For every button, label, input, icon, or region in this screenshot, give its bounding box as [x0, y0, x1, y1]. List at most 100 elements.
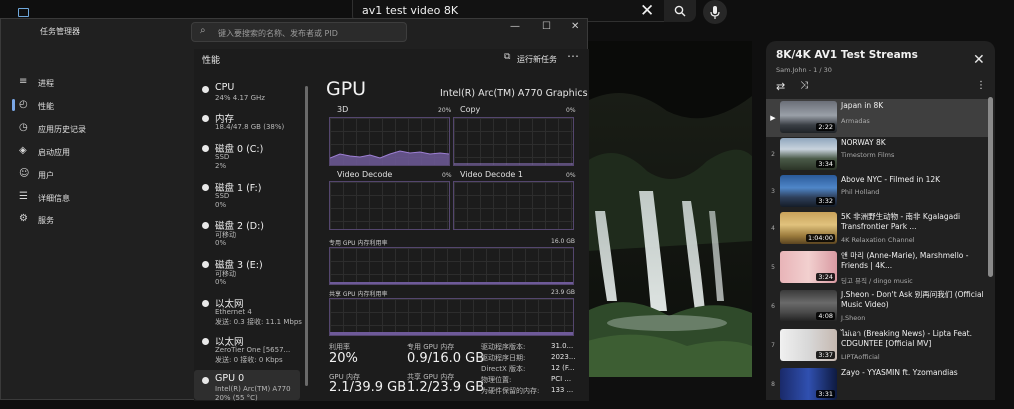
minimize-button[interactable]: — — [510, 21, 520, 32]
resource-detail: 24% 4.17 GHz — [215, 94, 265, 102]
resource-usage: 发送: 0.3 接收: 11.1 Mbps — [215, 318, 302, 326]
resource-name: GPU 0 — [215, 373, 245, 384]
engine-3d-label: 3D — [337, 105, 349, 114]
resource-disk-3[interactable]: 磁盘 3 (E:) 可移动 0% — [194, 255, 304, 293]
channel-name: J.Sheon — [841, 314, 866, 322]
channel-name: Phil Holland — [841, 188, 880, 196]
item-index: 8 — [771, 381, 775, 388]
channel-name: 딩고 뮤직 / dingo music — [841, 277, 913, 285]
driver-date-label: 驱动程序日期: — [481, 354, 526, 362]
channel-name: LIPTAofficial — [841, 353, 880, 361]
search-button[interactable] — [664, 0, 696, 22]
run-new-task-button[interactable]: 运行新任务 — [517, 54, 557, 65]
resource-disk-2[interactable]: 磁盘 2 (D:) 可移动 0% — [194, 216, 304, 254]
directx-version-value: 12 (F... — [551, 364, 575, 372]
resource-usage: 0% — [215, 278, 227, 286]
process-search-input[interactable]: 键入要搜索的名称、发布者或 PID — [218, 28, 338, 39]
playlist-item[interactable]: 7 3:37 ไม่เอา (Breaking News) - Lipta Fe… — [766, 327, 988, 365]
engine-copy-pct: 0% — [566, 107, 576, 114]
dedicated-memory-max: 16.0 GB — [551, 238, 576, 245]
resource-name: CPU — [215, 82, 235, 93]
thumbnail: 4:08 — [780, 290, 837, 322]
engine-video-decode-pct: 0% — [442, 172, 452, 179]
window-title: 任务管理器 — [40, 27, 80, 36]
youtube-search-input[interactable]: av1 test video 8K — [362, 4, 458, 17]
engine-copy-label: Copy — [460, 105, 481, 114]
thumbnail: 3:31 — [780, 368, 837, 400]
status-dot — [202, 377, 209, 384]
resource-detail: Ethernet 4 — [215, 308, 252, 316]
resource-usage: 20% (55 °C) — [215, 394, 258, 402]
channel-name: 4K Relaxation Channel — [841, 236, 915, 244]
nav-label: 启动应用 — [38, 148, 70, 157]
shuffle-icon[interactable]: ⤨ — [800, 80, 808, 91]
dedicated-memory-stat-value: 0.9/16.0 GB — [407, 351, 485, 366]
video-title: Above NYC - Filmed in 12K — [841, 175, 941, 184]
video-title: NORWAY 8K — [841, 138, 886, 147]
close-icon[interactable]: ✕ — [973, 52, 985, 68]
now-playing-icon: ▶ — [770, 114, 776, 122]
playlist-title[interactable]: 8K/4K AV1 Test Streams — [776, 49, 918, 61]
more-options-icon[interactable]: ⋯ — [567, 49, 579, 63]
item-index: 3 — [771, 188, 775, 195]
playlist-item[interactable]: 5 3:24 앤 마리 (Anne-Marie), Marshmello - F… — [766, 249, 988, 287]
playlist-item-current[interactable]: ▶ 2:22 Japan in 8K Armadas — [766, 99, 988, 137]
resource-list-scrollbar[interactable] — [305, 86, 308, 386]
resource-gpu-0[interactable]: GPU 0 Intel(R) Arc(TM) A770 20% (55 °C) — [194, 371, 304, 409]
item-index: 5 — [771, 264, 775, 271]
resource-usage: 2% — [215, 162, 227, 170]
resource-detail: 18.4/47.8 GB (38%) — [215, 123, 285, 131]
thumbnail: 2:22 — [780, 101, 837, 133]
resource-usage: 0% — [215, 201, 227, 209]
video-player[interactable] — [587, 41, 752, 377]
engine-copy-graph — [453, 117, 574, 166]
more-options-icon[interactable]: ⋮ — [976, 80, 986, 91]
duration-badge: 3:24 — [816, 273, 835, 281]
playlist-scrollbar[interactable] — [988, 97, 993, 277]
item-index: 7 — [771, 342, 775, 349]
clear-search-icon[interactable]: ✕ — [640, 1, 654, 21]
status-dot — [202, 222, 209, 229]
playlist-subtitle[interactable]: Sam.John - 1 / 30 — [776, 66, 832, 74]
playlist-item[interactable]: 3 3:32 Above NYC - Filmed in 12K Phil Ho… — [766, 173, 988, 211]
duration-badge: 2:22 — [816, 123, 835, 131]
services-icon: ⚙ — [19, 213, 28, 224]
voice-search-button[interactable] — [703, 0, 727, 24]
video-title: Zayo - YYASMIN ft. Yzomandias — [841, 368, 958, 377]
nav-item-details[interactable]: ☰ 详细信息 — [0, 187, 190, 209]
video-title: J.Sheon - Don't Ask 别再问我们 (Official Musi… — [841, 290, 984, 309]
nav-item-services[interactable]: ⚙ 服务 — [0, 209, 190, 231]
utilization-value: 20% — [329, 351, 358, 366]
driver-version-label: 驱动程序版本: — [481, 343, 526, 351]
playlist-item[interactable]: 8 3:31 Zayo - YYASMIN ft. Yzomandias — [766, 366, 988, 404]
nav-item-processes[interactable]: ≡ 进程 — [0, 72, 190, 94]
item-index: 4 — [771, 225, 775, 232]
nav-item-startup-apps[interactable]: ◈ 启动应用 — [0, 141, 190, 163]
nav-item-performance[interactable]: ◴ 性能 — [0, 95, 190, 117]
hardware-reserved-label: 为硬件保留的内存: — [481, 387, 540, 395]
status-dot — [202, 261, 209, 268]
engine-video-decode-1-pct: 0% — [566, 172, 576, 179]
details-icon: ☰ — [19, 191, 28, 202]
resource-ethernet-2[interactable]: 以太网 ZeroTier One [5657... 发送: 0 接收: 0 Kb… — [194, 332, 304, 370]
playlist-item[interactable]: 6 4:08 J.Sheon - Don't Ask 别再问我们 (Offici… — [766, 288, 988, 326]
status-dot — [202, 184, 209, 191]
loop-icon[interactable]: ⇄ — [776, 80, 785, 93]
resource-disk-1[interactable]: 磁盘 1 (F:) SSD 0% — [194, 178, 304, 216]
status-dot — [202, 145, 209, 152]
video-frame-waterfall — [587, 41, 752, 377]
resource-ethernet-1[interactable]: 以太网 Ethernet 4 发送: 0.3 接收: 11.1 Mbps — [194, 294, 304, 332]
playlist-item[interactable]: 4 1:04:00 5K 非洲野生动物 - 南非 Kgalagadi Trans… — [766, 210, 988, 248]
close-button[interactable]: ✕ — [571, 21, 579, 32]
resource-detail: SSD — [215, 192, 230, 200]
nav-item-app-history[interactable]: ◷ 应用历史记录 — [0, 118, 190, 140]
dedicated-memory-label: 专用 GPU 内存利用率 — [329, 240, 388, 247]
maximize-button[interactable]: ☐ — [542, 21, 551, 32]
thumbnail: 1:04:00 — [780, 212, 837, 244]
engine-video-decode-1-graph — [453, 181, 574, 230]
performance-icon: ◴ — [19, 99, 28, 110]
playlist-item[interactable]: 2 3:34 NORWAY 8K Timestorm Films — [766, 136, 988, 174]
duration-badge: 3:32 — [816, 197, 835, 205]
nav-item-users[interactable]: ☺ 用户 — [0, 164, 190, 186]
resource-disk-0[interactable]: 磁盘 0 (C:) SSD 2% — [194, 139, 304, 177]
